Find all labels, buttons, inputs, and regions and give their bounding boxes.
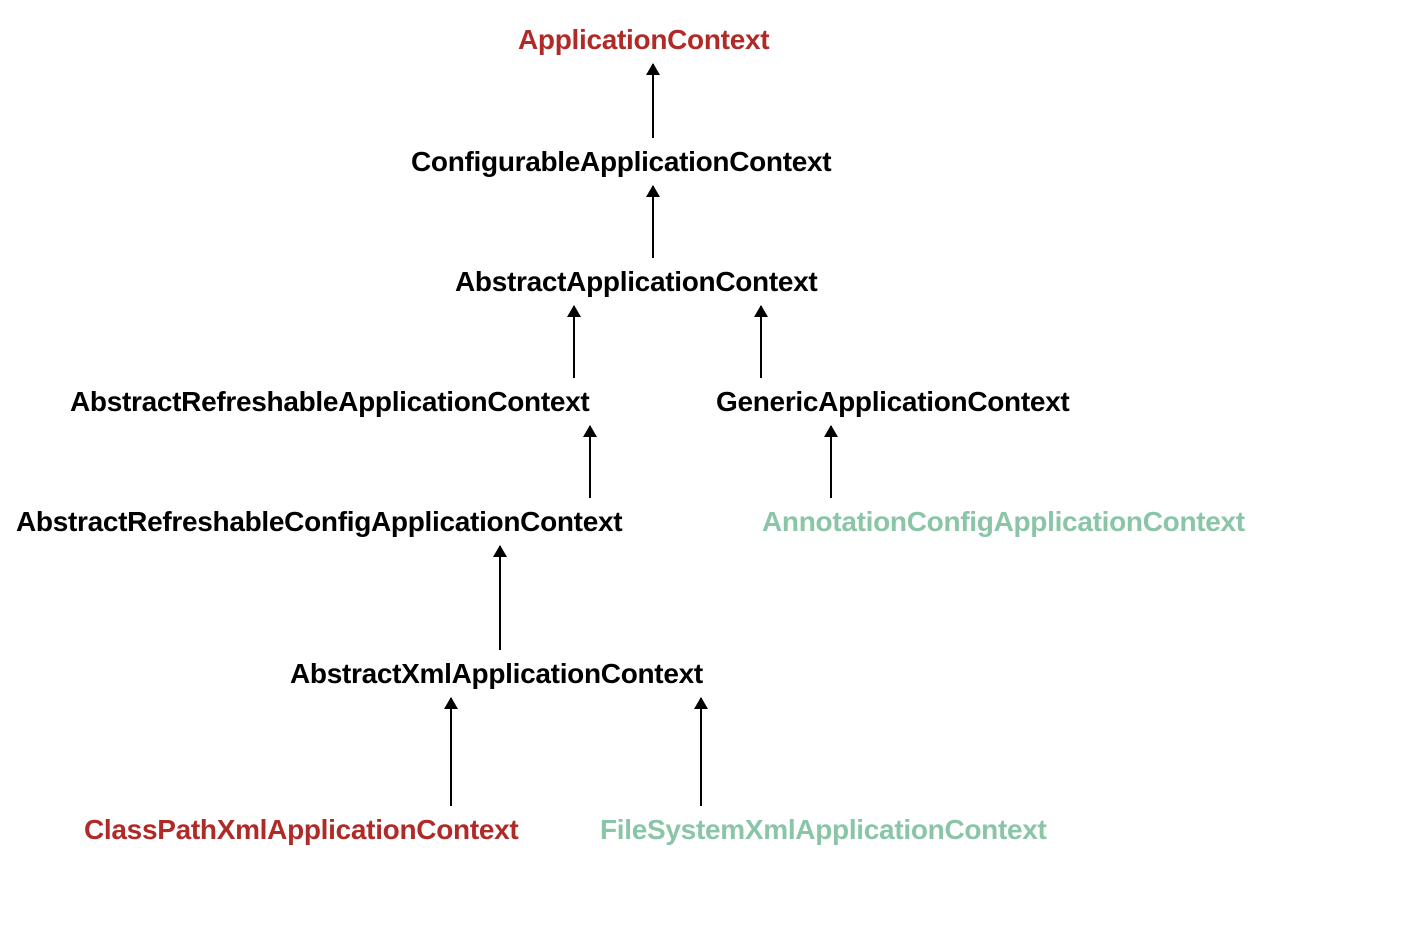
node-abstract-application-context: AbstractApplicationContext [455,266,817,298]
arrow-refreshable-to-abstract [573,306,575,378]
node-class-path-xml-application-context: ClassPathXmlApplicationContext [84,814,518,846]
arrow-generic-to-abstract [760,306,762,378]
arrow-configurable-to-application [652,64,654,138]
node-generic-application-context: GenericApplicationContext [716,386,1069,418]
node-abstract-xml-application-context: AbstractXmlApplicationContext [290,658,703,690]
arrow-abstract-to-configurable [652,186,654,258]
arrow-annotationconfig-to-generic [830,426,832,498]
arrow-refreshableconfig-to-refreshable [589,426,591,498]
arrow-filesystemxml-to-abstractxml [700,698,702,806]
node-application-context: ApplicationContext [518,24,769,56]
node-abstract-refreshable-config-application-context: AbstractRefreshableConfigApplicationCont… [16,506,622,538]
node-abstract-refreshable-application-context: AbstractRefreshableApplicationContext [70,386,589,418]
node-file-system-xml-application-context: FileSystemXmlApplicationContext [600,814,1047,846]
arrow-abstractxml-to-refreshableconfig [499,546,501,650]
node-annotation-config-application-context: AnnotationConfigApplicationContext [762,506,1245,538]
arrow-classpathxml-to-abstractxml [450,698,452,806]
node-configurable-application-context: ConfigurableApplicationContext [411,146,831,178]
